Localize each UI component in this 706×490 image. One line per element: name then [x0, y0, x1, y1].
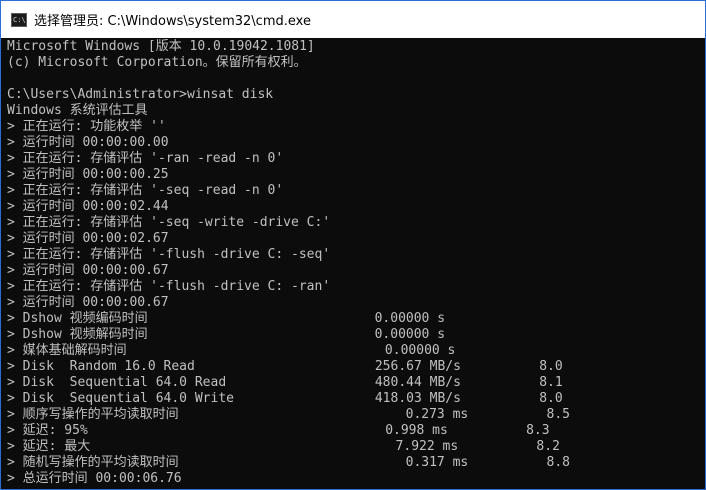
console-line: Microsoft Windows [版本 10.0.19042.1081] [7, 39, 315, 54]
window-title: 选择管理员: C:\Windows\system32\cmd.exe [34, 14, 311, 29]
console-line: > 媒体基础解码时间 0.00000 s [7, 343, 456, 358]
console-line: > 总运行时间 00:00:06.76 [7, 471, 182, 486]
console-line: > 正在运行: 存储评估 '-ran -read -n 0' [7, 151, 284, 166]
console-line: > Disk Sequential 64.0 Write 418.03 MB/s… [7, 391, 563, 406]
console-line: > 正在运行: 存储评估 '-seq -write -drive C:' [7, 215, 331, 230]
console-line: > 正在运行: 功能枚举 '' [7, 119, 166, 134]
console-line: > 延迟: 95% 0.998 ms 8.3 [7, 423, 550, 438]
console-line: > 顺序写操作的平均读取时间 0.273 ms 8.5 [7, 407, 570, 422]
console-line: > Dshow 视频解码时间 0.00000 s [7, 327, 446, 342]
console-line: > 运行时间 00:00:00.67 [7, 295, 169, 310]
console-line: > Disk Sequential 64.0 Read 480.44 MB/s … [7, 375, 563, 390]
cmd-icon: C:\ [11, 12, 27, 27]
console-line: (c) Microsoft Corporation。保留所有权利。 [7, 55, 307, 70]
console-line: > 延迟: 最大 7.922 ms 8.2 [7, 439, 560, 454]
console-line: C:\Users\Administrator>winsat disk [7, 87, 274, 102]
console-line: > Dshow 视频编码时间 0.00000 s [7, 311, 446, 326]
console-line: > 运行时间 00:00:00.67 [7, 263, 169, 278]
console-line: > 运行时间 00:00:02.67 [7, 231, 169, 246]
console-line: > 正在运行: 存储评估 '-flush -drive C: -seq' [7, 247, 331, 262]
console-line: Windows 系统评估工具 [7, 103, 148, 118]
console-line: > 运行时间 00:00:02.44 [7, 199, 169, 214]
console-line: > 运行时间 00:00:00.00 [7, 135, 169, 150]
console-line: > 随机写操作的平均读取时间 0.317 ms 8.8 [7, 455, 570, 470]
console-output[interactable]: Microsoft Windows [版本 10.0.19042.1081] (c… [7, 39, 705, 489]
title-bar[interactable]: C:\ 选择管理员: C:\Windows\system32\cmd.exe [1, 1, 705, 38]
cmd-window: C:\ 选择管理员: C:\Windows\system32\cmd.exe M… [0, 0, 706, 490]
console-line: > 正在运行: 存储评估 '-seq -read -n 0' [7, 183, 284, 198]
console-line: > Disk Random 16.0 Read 256.67 MB/s 8.0 [7, 359, 563, 374]
console-line: > 运行时间 00:00:00.25 [7, 167, 169, 182]
console-line: > 正在运行: 存储评估 '-flush -drive C: -ran' [7, 279, 331, 294]
